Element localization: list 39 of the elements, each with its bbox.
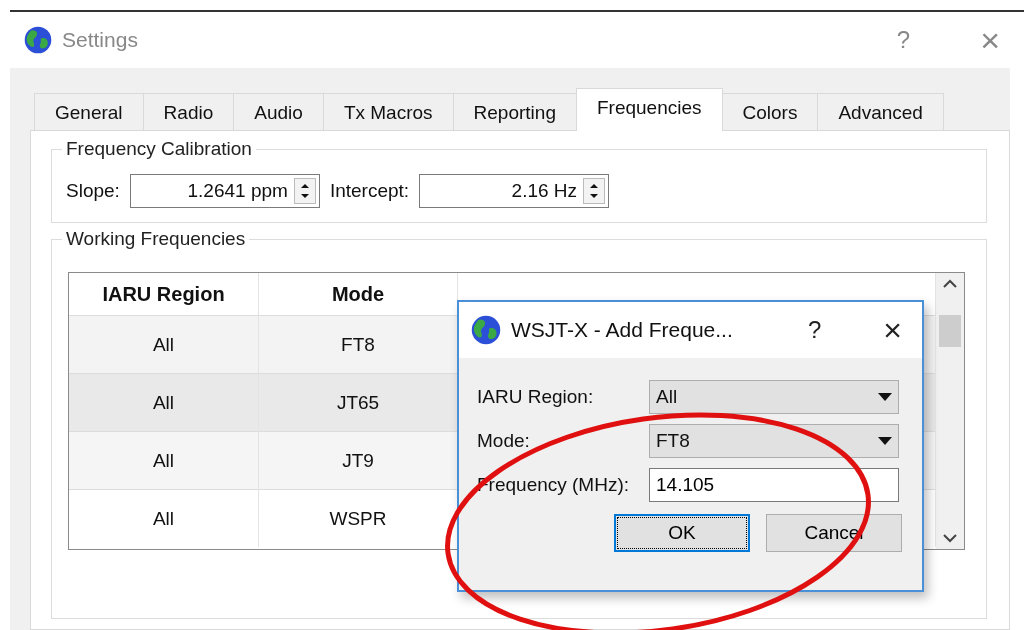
scrollbar[interactable] [936,273,964,549]
dropdown-arrow-icon [878,437,892,445]
tab[interactable]: Frequencies [575,88,723,131]
table-cell: JT9 [258,431,458,490]
ok-button[interactable]: OK [614,514,750,552]
close-button[interactable]: × [875,311,910,349]
dropdown[interactable]: FT8 [649,424,899,458]
dropdown[interactable]: All [649,380,899,414]
field-label: Mode: [477,430,531,452]
tab[interactable]: Advanced [817,93,944,130]
table-cell: All [69,489,259,547]
table-cell: JT65 [258,373,458,432]
scroll-up-icon[interactable] [943,279,957,289]
spin-arrows-icon[interactable] [583,178,606,204]
table-cell: WSPR [258,489,458,547]
column-header[interactable]: Mode [258,273,458,316]
scroll-down-icon[interactable] [943,533,957,543]
window-title: Settings [62,28,139,52]
app-globe-icon [24,26,52,54]
spin-box[interactable]: 1.2641 ppm [129,174,320,208]
table-cell: All [69,315,259,374]
column-header[interactable]: IARU Region [69,273,259,316]
field-label: IARU Region: [477,386,595,408]
field-label: Slope: [66,180,120,202]
table-cell: All [69,373,259,432]
table-cell: FT8 [258,315,458,374]
spin-box[interactable]: 2.16 Hz [419,174,610,208]
tab[interactable]: General [34,93,144,130]
app-globe-icon [471,315,501,345]
table-cell: All [69,431,259,490]
dropdown-arrow-icon [878,393,892,401]
frequency-input[interactable]: 14.105 [649,468,899,502]
help-button[interactable]: ? [799,316,830,344]
dialog-title: WSJT-X - Add Freque... [511,318,734,342]
field-label: Intercept: [329,180,410,202]
close-button[interactable]: × [970,20,1010,60]
spin-arrows-icon[interactable] [293,178,316,204]
scroll-thumb[interactable] [939,315,961,347]
help-button[interactable]: ? [886,26,921,54]
